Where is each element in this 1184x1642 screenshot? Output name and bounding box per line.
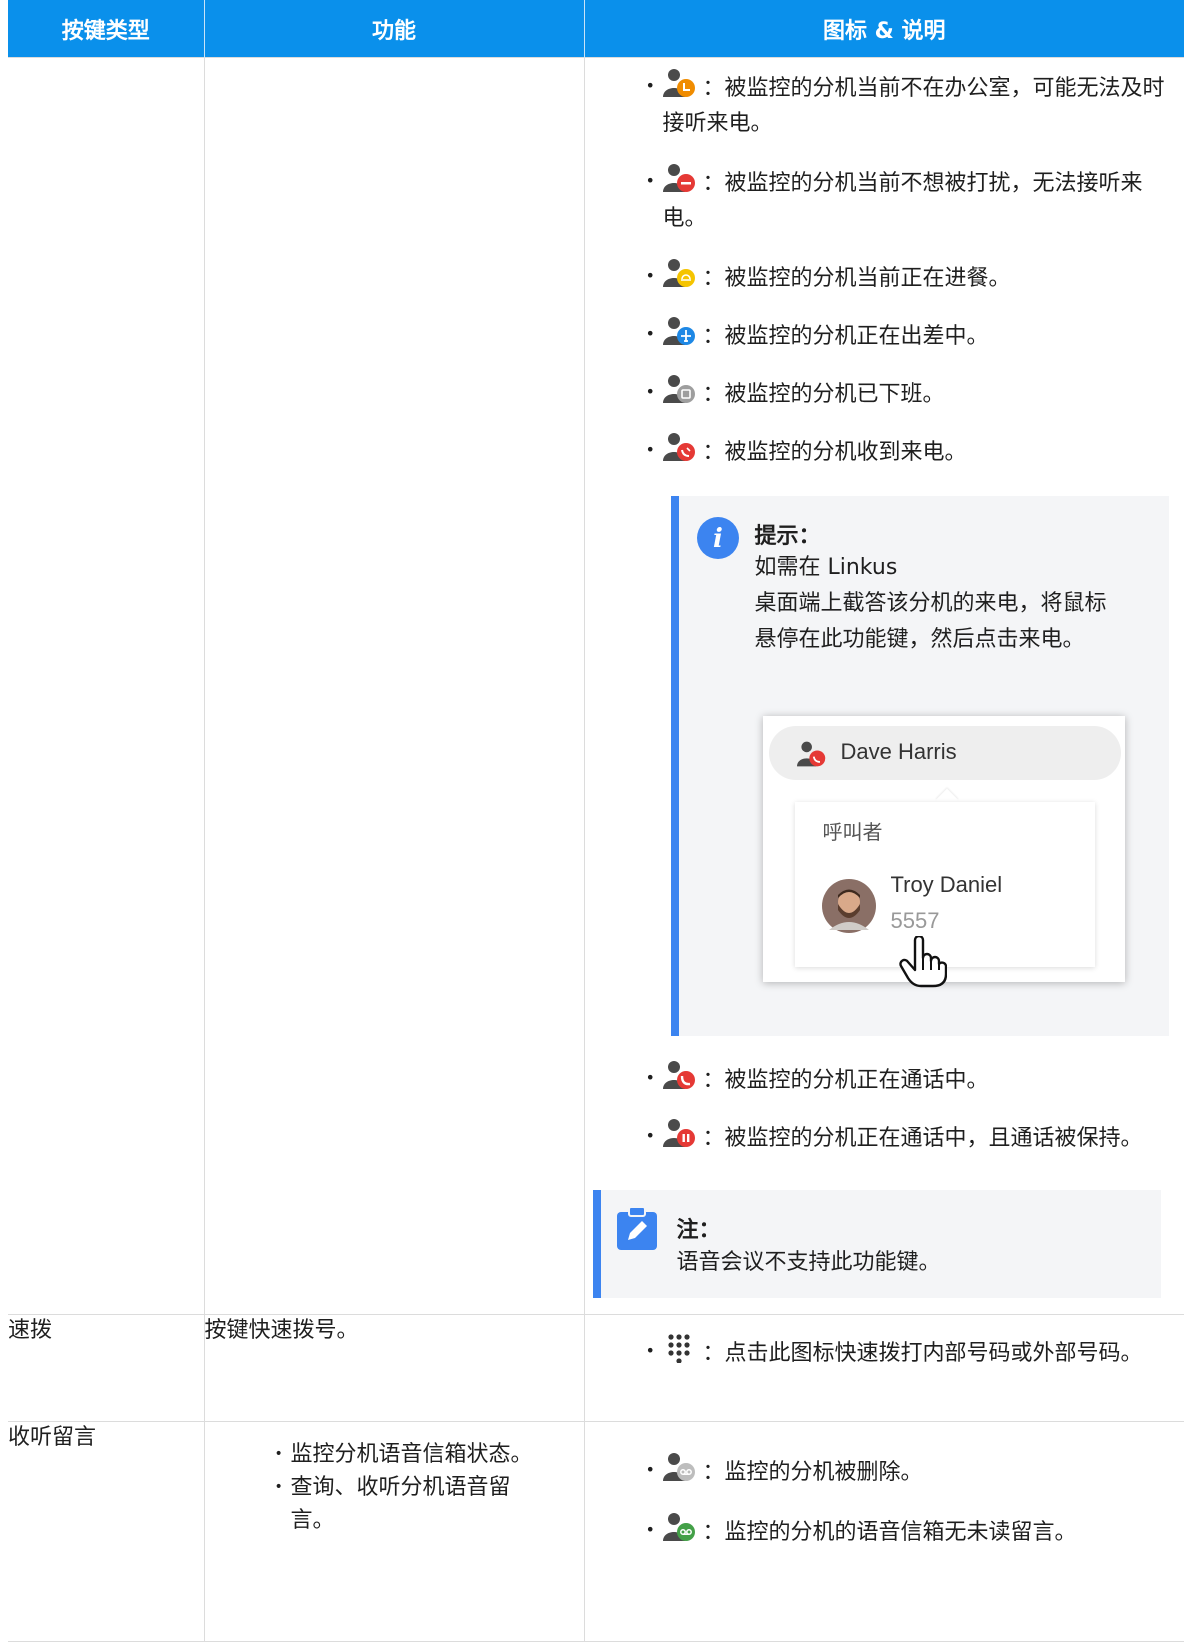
table-header-row: 按键类型 功能 图标 & 说明: [8, 0, 1184, 58]
in-call-icon: [663, 1060, 697, 1090]
icon-description-cell: • ：监控的分机被删除。 • ：监控的分机的语音信箱无未读留言。: [584, 1422, 1184, 1642]
key-type-table: 按键类型 功能 图标 & 说明 • ：被监控的分机当前不在办公室，可能无法及时接…: [8, 0, 1184, 1642]
list-item: • ：被监控的分机正在通话中，且通话被保持。: [663, 1118, 1184, 1156]
list-item: • ：监控的分机的语音信箱无未读留言。: [663, 1512, 1184, 1550]
function-cell: 按键快速拨号。: [204, 1315, 584, 1422]
key-type-cell: 速拨: [8, 1315, 204, 1422]
voicemail-deleted-icon: [663, 1452, 697, 1482]
do-not-disturb-icon: [663, 163, 697, 193]
linkus-popup-screenshot: Dave Harris 呼叫者 Tr: [763, 716, 1125, 982]
voicemail-description: ：监控的分机被删除。: [703, 1460, 923, 1485]
caller-name: Troy Daniel: [891, 872, 1003, 898]
away-status-icon: [663, 68, 697, 98]
caller-card[interactable]: 呼叫者 Troy Daniel 5557: [795, 802, 1095, 967]
list-item: • ：被监控的分机当前正在进餐。: [663, 258, 1184, 296]
list-item: 监控分机语音信箱状态。: [275, 1438, 584, 1471]
list-item: • ：监控的分机被删除。: [663, 1452, 1184, 1490]
list-item: • ：点击此图标快速拨打内部号码或外部号码。: [663, 1333, 1184, 1371]
caller-label: 呼叫者: [823, 816, 883, 845]
status-description: ：被监控的分机已下班。: [703, 382, 945, 407]
edit-note-icon: [615, 1206, 659, 1252]
tip-line-2: 桌面端上截答该分机的来电，将鼠标悬停在此功能键，然后点击来电。: [755, 586, 1125, 658]
note-title: 注：: [677, 1212, 721, 1244]
ringing-icon: [663, 432, 697, 462]
note-body: 语音会议不支持此功能键。: [677, 1244, 941, 1276]
list-item: 查询、收听分机语音留: [275, 1471, 584, 1504]
status-description: ：被监控的分机收到来电。: [703, 440, 967, 465]
table-row: 速拨 按键快速拨号。 • ：点击此图标快速拨打内部号码或外部号码。: [8, 1315, 1184, 1422]
caller-avatar: [821, 878, 877, 934]
key-type-cell: 收听留言: [8, 1422, 204, 1642]
monitored-extension-pill: Dave Harris: [769, 726, 1121, 780]
tip-line-1: 如需在 Linkus: [755, 550, 1125, 586]
voicemail-description: ：监控的分机的语音信箱无未读留言。: [703, 1520, 1077, 1545]
voicemail-no-unread-icon: [663, 1512, 697, 1542]
list-item: • ：被监控的分机正在出差中。: [663, 316, 1184, 354]
extension-name: Dave Harris: [841, 739, 957, 765]
tip-body: 如需在 Linkus 桌面端上截答该分机的来电，将鼠标悬停在此功能键，然后点击来…: [755, 550, 1125, 658]
business-trip-icon: [663, 316, 697, 346]
dialpad-icon: [663, 1333, 697, 1363]
dialpad-description: ：点击此图标快速拨打内部号码或外部号码。: [703, 1341, 1143, 1366]
table-row: 收听留言 监控分机语音信箱状态。 查询、收听分机语音留 言。 • ：监控的分机被…: [8, 1422, 1184, 1642]
header-function: 功能: [204, 0, 584, 58]
tip-box: i 提示： 如需在 Linkus 桌面端上截答该分机的来电，将鼠标悬停在此功能键…: [671, 496, 1169, 1036]
off-work-icon: [663, 374, 697, 404]
table-row: • ：被监控的分机当前不在办公室，可能无法及时接听来电。 • ：被监控的分机当前…: [8, 58, 1184, 1315]
caller-number: 5557: [891, 908, 940, 934]
status-description: ：被监控的分机正在通话中，且通话被保持。: [703, 1126, 1143, 1151]
status-description: ：被监控的分机当前正在进餐。: [703, 266, 1011, 291]
status-description: ：被监控的分机当前不在办公室，可能无法及时接听来电。: [663, 76, 1165, 136]
status-description: ：被监控的分机正在出差中。: [703, 324, 989, 349]
lunch-icon: [663, 258, 697, 288]
info-icon: i: [696, 516, 740, 560]
list-item: • ：被监控的分机收到来电。: [663, 432, 1184, 470]
header-key-type: 按键类型: [8, 0, 204, 58]
list-item: • ：被监控的分机已下班。: [663, 374, 1184, 412]
icon-description-cell: • ：点击此图标快速拨打内部号码或外部号码。: [584, 1315, 1184, 1422]
note-box: 注： 语音会议不支持此功能键。: [593, 1190, 1161, 1298]
on-hold-icon: [663, 1118, 697, 1148]
list-item-continuation: 言。: [275, 1508, 335, 1533]
status-description: ：被监控的分机当前不想被打扰，无法接听来电。: [663, 171, 1143, 231]
list-item: • ：被监控的分机当前不想被打扰，无法接听来电。: [663, 163, 1184, 236]
ringing-icon: [797, 740, 827, 768]
status-description: ：被监控的分机正在通话中。: [703, 1068, 989, 1093]
tip-title: 提示：: [755, 518, 821, 550]
icon-description-cell: • ：被监控的分机当前不在办公室，可能无法及时接听来电。 • ：被监控的分机当前…: [584, 58, 1184, 1315]
header-icon-description: 图标 & 说明: [584, 0, 1184, 58]
svg-text:i: i: [713, 524, 723, 554]
list-item: • ：被监控的分机当前不在办公室，可能无法及时接听来电。: [663, 68, 1184, 141]
hand-pointer-icon: [899, 936, 947, 988]
function-cell: 监控分机语音信箱状态。 查询、收听分机语音留 言。: [204, 1422, 584, 1642]
list-item: • ：被监控的分机正在通话中。: [663, 1060, 1184, 1098]
